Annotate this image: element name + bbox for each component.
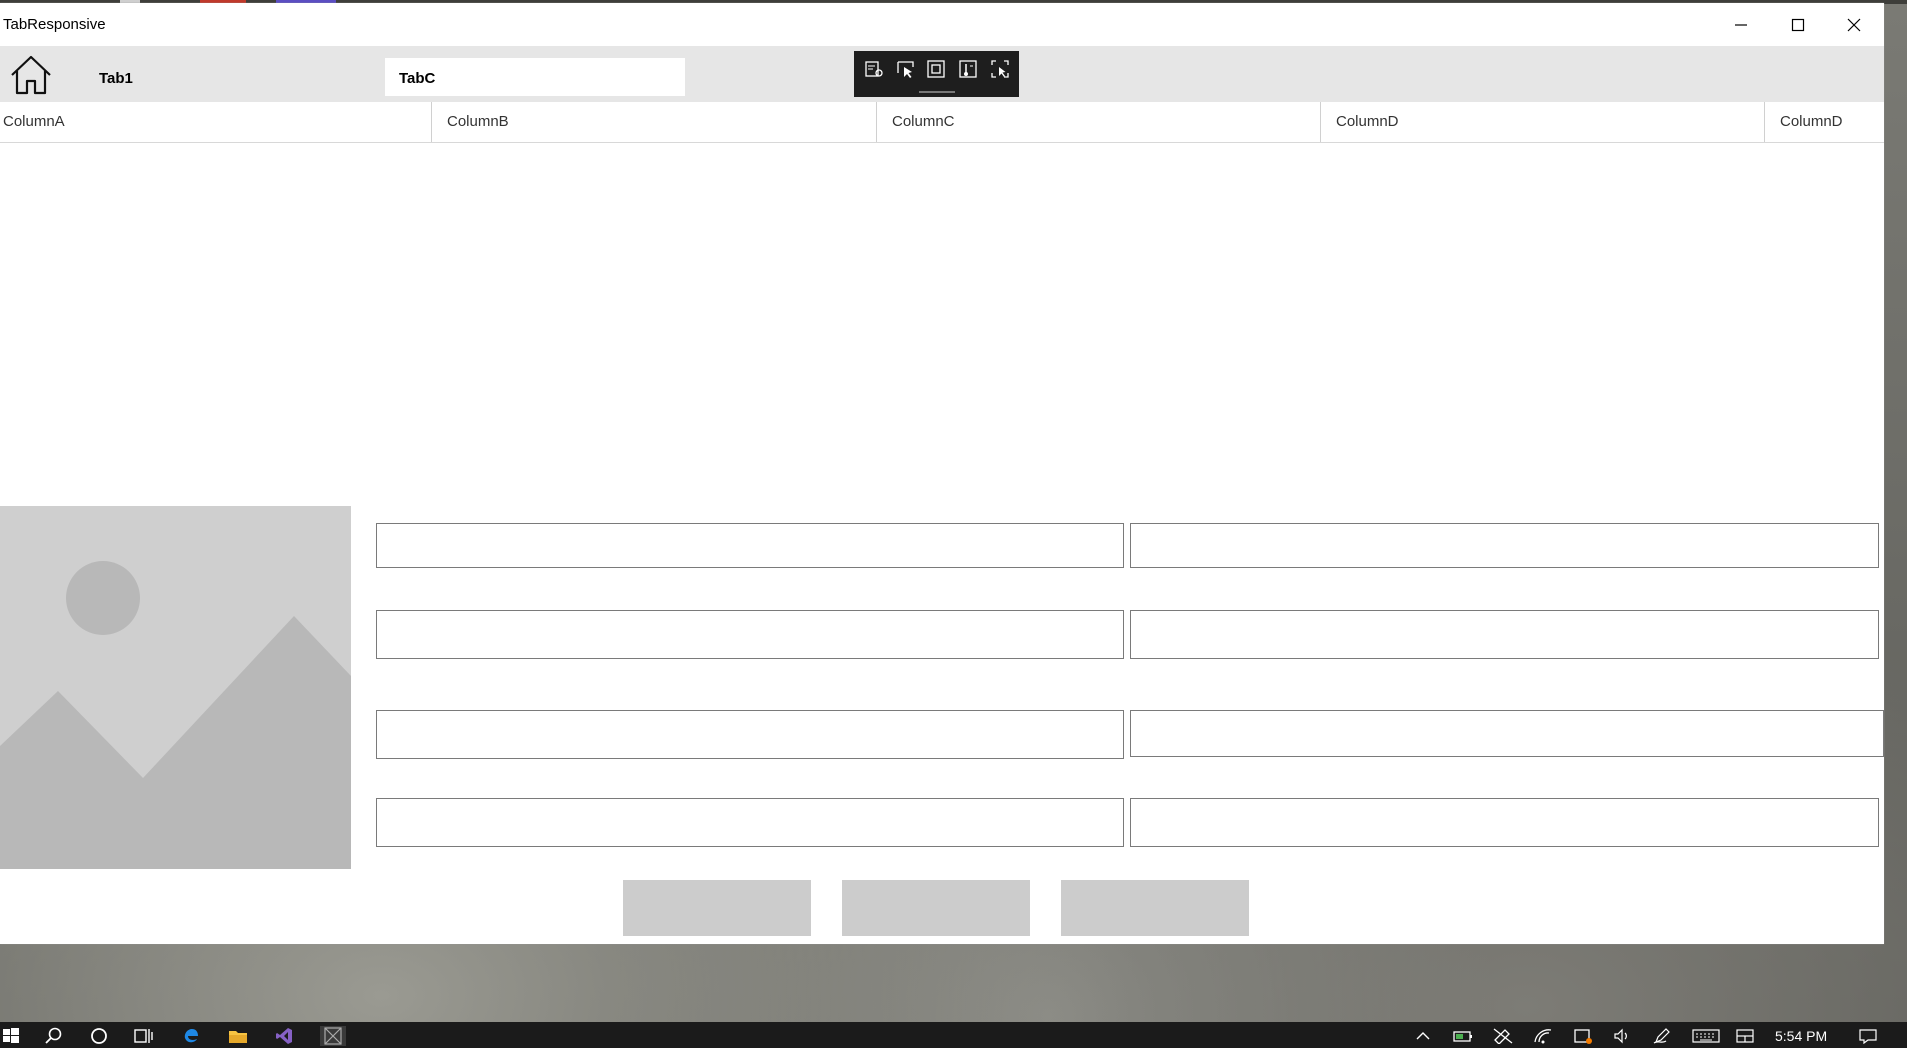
text-field-4[interactable] [1130, 610, 1879, 659]
column-header-d2[interactable]: ColumnD [1780, 102, 1843, 142]
text-field-2-input[interactable] [1131, 524, 1878, 567]
text-field-4-input[interactable] [1131, 611, 1878, 658]
notification-icon [1859, 1029, 1877, 1044]
binding-failures-button[interactable] [988, 57, 1012, 81]
home-icon [11, 55, 51, 95]
live-visual-tree-button[interactable] [862, 57, 886, 81]
show-hidden-icons-button[interactable] [1412, 1026, 1434, 1046]
touch-keyboard-button[interactable] [1692, 1026, 1720, 1046]
text-field-7-input[interactable] [377, 799, 1123, 846]
task-view-icon [134, 1029, 153, 1043]
visual-studio-icon [276, 1028, 292, 1044]
file-explorer-icon [229, 1031, 247, 1043]
column-separator[interactable] [1320, 102, 1321, 142]
tab-tabc-label: TabC [399, 70, 436, 87]
title-bar: TabResponsive [0, 3, 1884, 46]
tab-tab1[interactable]: Tab1 [99, 70, 133, 87]
security-icon [1574, 1029, 1592, 1044]
column-header-d[interactable]: ColumnD [1336, 102, 1399, 142]
text-field-3-input[interactable] [377, 611, 1123, 658]
cortana-icon [91, 1028, 107, 1044]
text-field-8[interactable] [1130, 798, 1879, 847]
edge-button[interactable] [180, 1026, 202, 1046]
maximize-icon [1791, 18, 1805, 31]
text-field-5-input[interactable] [377, 711, 1123, 758]
task-view-button[interactable] [132, 1026, 154, 1046]
battery-button[interactable] [1452, 1026, 1474, 1046]
column-header-a[interactable]: ColumnA [3, 102, 65, 142]
text-field-7[interactable] [376, 798, 1124, 847]
display-layout-adorners-button[interactable] [924, 57, 948, 81]
volume-icon [1614, 1028, 1627, 1044]
tablet-icon [1736, 1029, 1754, 1043]
close-icon [1847, 18, 1861, 31]
maximize-button[interactable] [1770, 3, 1826, 46]
visual-studio-button[interactable] [273, 1026, 295, 1046]
window-title: TabResponsive [3, 16, 106, 33]
cortana-button[interactable] [88, 1026, 110, 1046]
xaml-debug-toolbar [854, 51, 1019, 97]
wifi-icon [1534, 1029, 1552, 1044]
search-button[interactable] [43, 1026, 65, 1046]
column-separator[interactable] [876, 102, 877, 142]
action-button-1[interactable] [623, 880, 811, 936]
start-button[interactable] [0, 1026, 22, 1046]
taskbar-clock[interactable]: 5:54 PM [1775, 1028, 1827, 1044]
text-field-1[interactable] [376, 523, 1124, 568]
minimize-icon [1735, 23, 1747, 26]
notification-center-button[interactable] [1857, 1026, 1879, 1046]
search-icon [45, 1027, 62, 1044]
text-field-8-input[interactable] [1131, 799, 1878, 846]
home-button[interactable] [9, 54, 53, 96]
network-button[interactable] [1492, 1026, 1514, 1046]
select-element-icon [897, 61, 914, 78]
text-field-6-input[interactable] [1131, 711, 1883, 756]
keyboard-icon [1692, 1029, 1720, 1043]
track-focus-icon [959, 60, 977, 78]
text-field-1-input[interactable] [377, 524, 1123, 567]
wifi-button[interactable] [1532, 1026, 1554, 1046]
close-button[interactable] [1826, 3, 1882, 46]
column-separator[interactable] [431, 102, 432, 142]
show-hidden-icons-icon [1416, 1032, 1430, 1040]
text-field-2[interactable] [1130, 523, 1879, 568]
action-button-3[interactable] [1061, 880, 1249, 936]
tablet-mode-button[interactable] [1734, 1026, 1756, 1046]
text-field-6[interactable] [1130, 710, 1884, 757]
app-button-active[interactable] [320, 1026, 346, 1046]
debug-toolbar-grip[interactable] [919, 91, 955, 93]
windows-start-icon [3, 1028, 19, 1043]
edge-icon [184, 1029, 198, 1043]
app-icon [324, 1027, 342, 1045]
live-visual-tree-icon [865, 61, 883, 77]
column-header-c[interactable]: ColumnC [892, 102, 955, 142]
taskbar: 5:54 PM [0, 1022, 1907, 1048]
column-header-b[interactable]: ColumnB [447, 102, 509, 142]
track-focus-button[interactable] [956, 57, 980, 81]
network-icon [1493, 1028, 1513, 1044]
binding-failures-icon [991, 60, 1009, 78]
battery-icon [1453, 1031, 1472, 1042]
tab-tabc[interactable]: TabC [385, 58, 685, 96]
pen-button[interactable] [1652, 1026, 1674, 1046]
grid-header: ColumnA ColumnB ColumnC ColumnD ColumnD [0, 102, 1884, 143]
file-explorer-button[interactable] [227, 1026, 249, 1046]
select-element-button[interactable] [894, 57, 918, 81]
column-separator[interactable] [1764, 102, 1765, 142]
security-button[interactable] [1572, 1026, 1594, 1046]
image-placeholder-icon [0, 506, 351, 869]
image-placeholder [0, 506, 351, 869]
display-layout-adorners-icon [927, 60, 945, 78]
minimize-button[interactable] [1713, 3, 1769, 46]
volume-button[interactable] [1612, 1026, 1634, 1046]
action-button-2[interactable] [842, 880, 1030, 936]
text-field-5[interactable] [376, 710, 1124, 759]
pen-icon [1653, 1028, 1670, 1044]
text-field-3[interactable] [376, 610, 1124, 659]
app-window: TabResponsive Tab1 TabC ColumnA ColumnB … [0, 3, 1884, 944]
